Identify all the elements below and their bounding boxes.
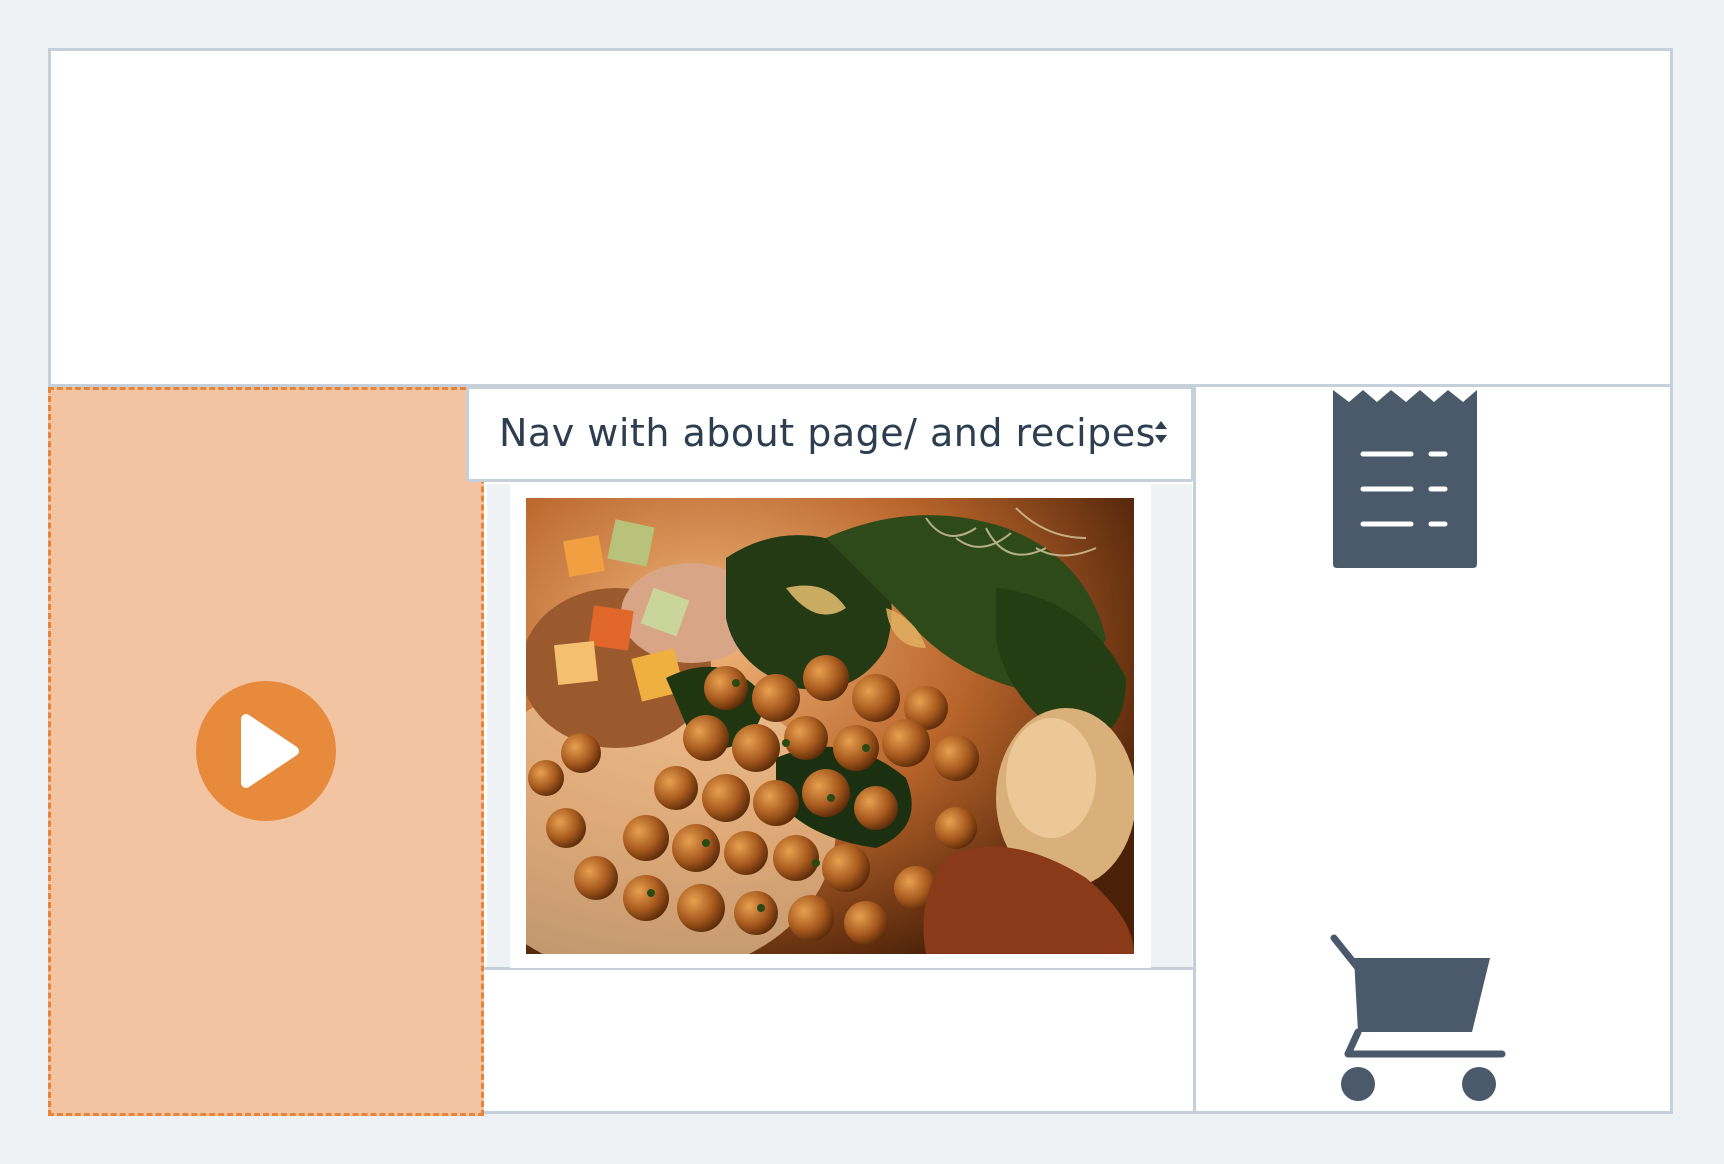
sort-arrows-icon (1155, 421, 1167, 443)
nav-select[interactable]: Nav with about page/ and recipes (466, 386, 1194, 482)
right-column-divider (1193, 387, 1196, 1114)
receipt-icon[interactable] (1333, 388, 1479, 570)
play-icon (241, 714, 299, 788)
nav-select-value: Nav with about page/ and recipes (499, 411, 1156, 455)
food-photo (526, 498, 1134, 954)
food-photo-image (526, 498, 1134, 954)
play-button[interactable] (196, 681, 336, 821)
shopping-cart-icon[interactable] (1330, 934, 1506, 1104)
header-panel (51, 51, 1670, 384)
